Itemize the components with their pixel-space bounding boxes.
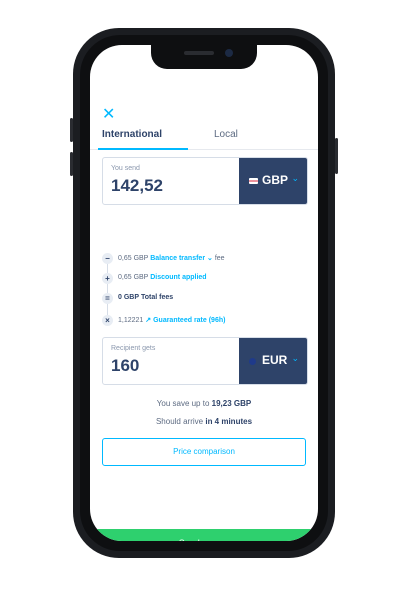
equals-icon: = (102, 293, 113, 304)
trend-icon: ↗ (145, 317, 152, 324)
discount-applied-link[interactable]: Discount applied (150, 274, 206, 281)
chevron-down-icon[interactable]: ⌄ (207, 255, 213, 262)
balance-transfer-link[interactable]: Balance transfer (150, 255, 205, 262)
close-icon[interactable]: ✕ (102, 107, 115, 123)
tab-international[interactable]: International (102, 129, 162, 140)
phone-frame: ✕ International Local You send 142,52 GB… (70, 28, 338, 558)
app-screen: ✕ International Local You send 142,52 GB… (90, 45, 318, 541)
gb-flag-icon (249, 178, 258, 184)
savings-value: 19,23 GBP (211, 399, 252, 408)
fee-breakdown: − 0,65 GBP Balance transfer ⌄ fee + 0,65… (102, 253, 306, 341)
savings-prefix: You save up to (156, 399, 210, 408)
active-tab-underline (98, 148, 188, 150)
eu-flag-icon (249, 358, 256, 365)
side-button-volume-up (70, 118, 73, 142)
total-fee-amount: 0 GBP (118, 294, 140, 301)
receive-amount-box[interactable]: Recipient gets 160 EUR ⌄ (102, 337, 308, 385)
side-button-power (335, 138, 338, 174)
fee-amount: 0,65 GBP (118, 274, 149, 281)
send-label: You send (111, 165, 140, 172)
chevron-down-icon: ⌄ (291, 353, 299, 363)
send-currency-code: GBP (262, 173, 289, 187)
notch (151, 45, 257, 69)
fee-suffix: fee (214, 255, 225, 262)
total-fees-label: Total fees (140, 294, 174, 301)
price-comparison-button[interactable]: Price comparison (102, 438, 306, 466)
plus-icon: + (102, 273, 113, 284)
send-money-button[interactable]: Send money (90, 529, 318, 541)
tab-local[interactable]: Local (214, 129, 238, 140)
fee-amount: 0,65 GBP (118, 255, 149, 262)
send-amount-box[interactable]: You send 142,52 GBP ⌄ (102, 157, 308, 205)
speaker (184, 51, 214, 55)
side-button-volume-down (70, 152, 73, 176)
chevron-down-icon: ⌄ (291, 173, 299, 183)
receive-currency-selector[interactable]: EUR ⌄ (239, 338, 307, 384)
arrival-text: Should arrive in 4 minutes (90, 417, 318, 426)
send-currency-selector[interactable]: GBP ⌄ (239, 158, 307, 204)
receive-label: Recipient gets (111, 345, 156, 352)
guaranteed-rate-link[interactable]: Guaranteed rate (96h) (153, 317, 225, 324)
receive-currency-code: EUR (262, 353, 288, 367)
multiply-icon: × (102, 315, 113, 326)
arrival-value: in 4 minutes (205, 417, 253, 426)
tab-bar: International Local (90, 125, 318, 150)
exchange-rate: 1,12221 (118, 317, 144, 324)
receive-amount[interactable]: 160 (111, 356, 139, 376)
arrival-prefix: Should arrive (155, 417, 204, 426)
savings-text: You save up to 19,23 GBP (90, 399, 318, 408)
send-amount[interactable]: 142,52 (111, 176, 163, 196)
camera-icon (225, 49, 233, 57)
minus-icon: − (102, 253, 113, 264)
